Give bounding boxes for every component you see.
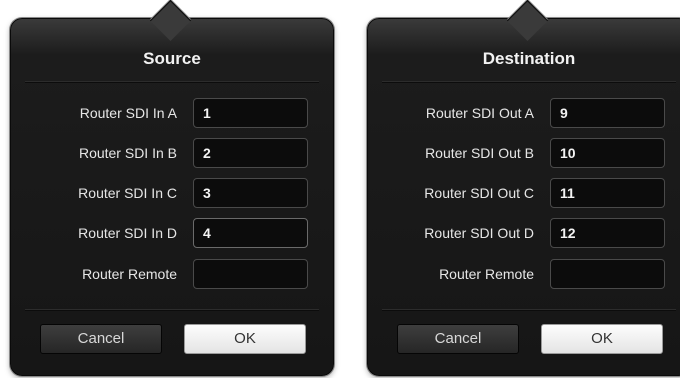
router-remote-label: Router Remote [439,266,534,282]
router-sdi-in-a-row: Router SDI In A [11,98,333,128]
ok-button[interactable]: OK [541,324,663,354]
router-remote-row: Router Remote [11,259,333,289]
destination-popover: Destination Router SDI Out A Router SDI … [367,0,680,376]
popover-arrow [506,0,549,42]
router-sdi-in-a-field[interactable] [193,98,308,128]
popover-arrow [149,0,192,42]
router-sdi-in-c-row: Router SDI In C [11,178,333,208]
router-sdi-in-a-label: Router SDI In A [79,105,177,121]
router-sdi-out-d-label: Router SDI Out D [424,225,534,241]
router-sdi-in-b-row: Router SDI In B [11,138,333,168]
router-sdi-out-a-field[interactable] [550,98,665,128]
source-popover: Source Router SDI In A Router SDI In B R… [10,0,334,376]
router-remote-row: Router Remote [368,259,680,289]
popover-title: Source [143,49,201,68]
router-sdi-out-c-field[interactable] [550,178,665,208]
popover-title: Destination [482,49,576,68]
router-sdi-out-b-label: Router SDI Out B [425,145,534,161]
router-remote-label: Router Remote [82,266,177,282]
router-sdi-out-b-row: Router SDI Out B [368,138,680,168]
divider [25,309,319,311]
router-sdi-in-d-field[interactable] [193,218,308,248]
router-sdi-out-c-row: Router SDI Out C [368,178,680,208]
divider [25,81,319,83]
router-sdi-out-a-label: Router SDI Out A [425,105,534,121]
router-sdi-in-c-label: Router SDI In C [78,185,177,201]
router-sdi-out-d-field[interactable] [550,218,665,248]
divider [382,309,676,311]
router-sdi-out-d-row: Router SDI Out D [368,218,680,248]
router-sdi-in-d-row: Router SDI In D [11,218,333,248]
router-sdi-in-b-label: Router SDI In B [78,145,177,161]
divider [382,81,676,83]
router-sdi-out-a-row: Router SDI Out A [368,98,680,128]
router-sdi-out-b-field[interactable] [550,138,665,168]
router-sdi-in-c-field[interactable] [193,178,308,208]
router-sdi-out-c-label: Router SDI Out C [424,185,534,201]
router-sdi-in-b-field[interactable] [193,138,308,168]
router-remote-field[interactable] [193,259,308,289]
router-sdi-in-d-label: Router SDI In D [78,225,177,241]
cancel-button[interactable]: Cancel [397,324,519,354]
cancel-button[interactable]: Cancel [40,324,162,354]
router-remote-field[interactable] [550,259,665,289]
ok-button[interactable]: OK [184,324,306,354]
